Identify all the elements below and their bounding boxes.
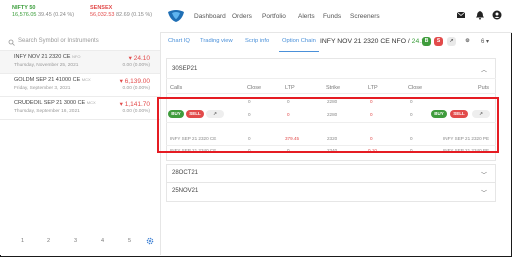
chevron-down-icon[interactable]: ﹀ [481,188,487,197]
nav-orders[interactable]: Orders [232,13,252,20]
nifty-index[interactable]: NIFTY 50 16,576.05 39.45 (0.24 %) [12,5,74,19]
search-placeholder: Search Symbol or Instruments [18,38,99,44]
tab-chart-iq[interactable]: Chart IQ [168,38,190,44]
expiry-section[interactable]: 25NOV21 ﹀ [166,182,496,202]
nifty-name: NIFTY 50 [12,5,36,11]
nifty-change: 39.45 (0.24 %) [38,12,75,18]
watchlist-item-name: GOLDM SEP 21 41000 CE [14,77,81,83]
nav-alerts[interactable]: Alerts [298,13,315,20]
search-icon [8,39,15,46]
col-calls: Calls [170,85,183,91]
expiry-label: 28OCT21 [172,170,199,176]
watchlist-item-date: Thursday, November 25, 2021 [14,63,79,68]
watchlist-item-price: ▾ 6,139.00 [119,78,150,85]
watchlist-item-change: 0.00 (0.00%) [122,86,150,91]
highlight-box [157,97,499,153]
sensex-name: SENSEX [90,5,113,11]
user-icon[interactable] [492,10,502,20]
instrument-title: INFY NOV 21 2320 CE NFO / 24.10 [320,38,429,45]
col-puts: Puts [478,85,490,91]
sensex-change: 82.69 (0.15 %) [116,12,153,18]
col-strike: Strike [326,85,341,91]
col-ltp: LTP [285,85,295,91]
page-2[interactable]: 2 [47,238,50,244]
nav-portfolio[interactable]: Portfolio [262,13,286,20]
col-ltp-put: LTP [368,85,378,91]
page-1[interactable]: 1 [21,238,24,244]
header-sell-button[interactable]: S [434,37,443,46]
bell-icon[interactable] [475,10,485,20]
watchlist-item-name: CRUDEOIL SEP 21 3000 CE [14,100,86,106]
page-5[interactable]: 5 [128,238,131,244]
nifty-value: 16,576.05 [12,12,37,18]
watchlist-item-exchange: MCX [86,100,96,105]
app-logo[interactable] [166,6,186,24]
sensex-index[interactable]: SENSEX 56,032.53 82.69 (0.15 %) [90,5,152,19]
header-buy-button[interactable]: B [422,37,431,46]
watchlist-item-exchange: MCX [81,77,91,82]
tab-scrip-info[interactable]: Scrip info [245,38,269,44]
watchlist-item-change: 0.00 (0.00%) [122,109,150,114]
col-close: Close [247,85,262,91]
active-tab-underline [279,33,319,52]
mail-icon[interactable] [456,10,466,20]
nav-dashboard[interactable]: Dashboard [194,13,226,20]
watchlist-item-date: Friday, September 3, 2021 [14,86,71,91]
header-settings-icon[interactable]: ⚙ [463,37,472,46]
watchlist-item[interactable]: CRUDEOIL SEP 21 3000 CE MCX Thursday, Se… [0,97,160,119]
chevron-up-icon[interactable]: ︿ [481,65,487,74]
chevron-down-icon[interactable]: ﹀ [481,170,487,179]
watchlist-item[interactable]: INFY NOV 21 2320 CE NFO Thursday, Novemb… [0,51,160,73]
col-close-put: Close [408,85,423,91]
nav-funds[interactable]: Funds [323,13,341,20]
header-chart-button[interactable]: ↗ [447,37,456,46]
expiry-label[interactable]: 30SEP21 [172,66,197,72]
nav-screeners[interactable]: Screeners [350,13,380,20]
expiry-label: 25NOV21 [172,188,199,194]
watchlist-item-exchange: NFO [71,54,81,59]
expiry-section[interactable]: 28OCT21 ﹀ [166,164,496,184]
watchlist-item-price: ▾ 24.10 [128,55,150,62]
watchlist-item-name: INFY NOV 21 2320 CE [14,54,71,60]
sensex-value: 56,032.53 [90,12,115,18]
watchlist-item[interactable]: GOLDM SEP 21 41000 CE MCX Friday, Septem… [0,74,160,96]
search-input[interactable]: Search Symbol or Instruments [6,38,154,48]
tab-trading-view[interactable]: Trading view [200,38,233,44]
quantity-select[interactable]: 6 ▾ [481,38,489,45]
page-3[interactable]: 3 [74,238,77,244]
watchlist-item-change: 0.00 (0.00%) [122,63,150,68]
page-4[interactable]: 4 [101,238,104,244]
watchlist-item-price: ▾ 1,141.70 [119,101,150,108]
watchlist-panel: Search Symbol or Instruments INFY NOV 21… [0,32,161,255]
watchlist-item-date: Thursday, September 16, 2021 [14,109,80,114]
gear-icon[interactable] [146,237,154,245]
top-bar: NIFTY 50 16,576.05 39.45 (0.24 %) SENSEX… [0,0,512,33]
